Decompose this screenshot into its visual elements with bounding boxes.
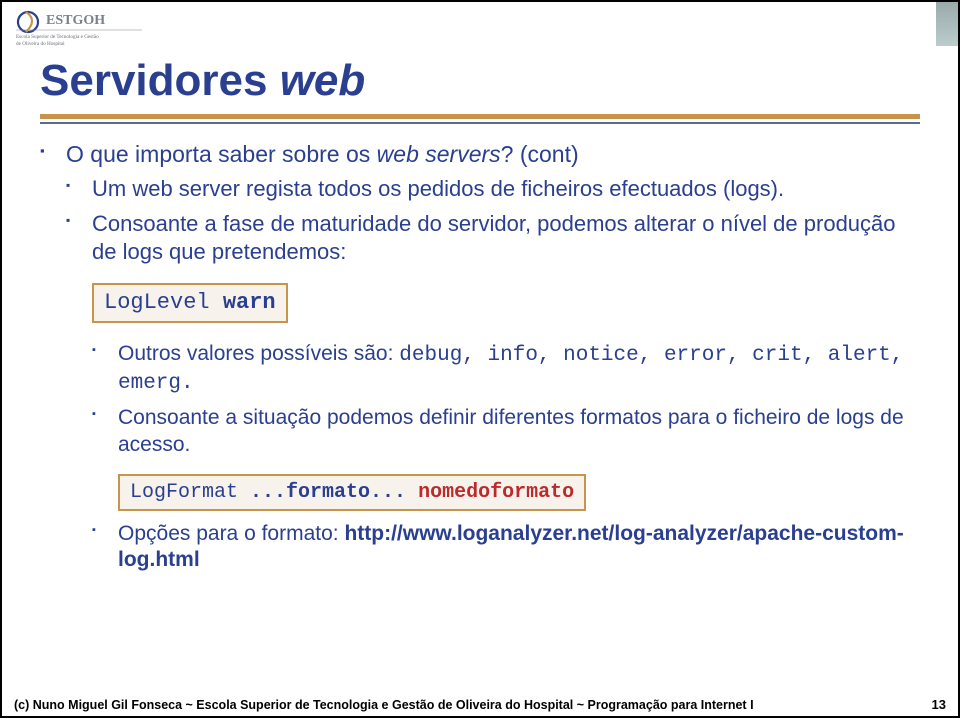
code-box-loglevel: LogLevel warn [92,283,288,323]
bullet-level3: Outros valores possíveis são: debug, inf… [40,341,920,398]
text-italic: web server [132,176,240,201]
bullet-level3: Opções para o formato: http://www.logana… [40,521,920,574]
text-italic: (logs) [723,176,778,201]
slide-footer: (c) Nuno Miguel Gil Fonseca ~ Escola Sup… [14,697,946,712]
title-underline [40,114,920,124]
title-italic: web [280,56,366,105]
estgoh-logo: ESTGOH Escola Superior de Tecnologia e G… [14,8,144,48]
title-text: Servidores [40,56,280,105]
code-box-logformat: LogFormat ...formato... nomedoformato [118,474,586,511]
text: regista todos os pedidos de ficheiros ef… [240,176,723,201]
text-italic: web servers [377,141,501,167]
bullet-level1: O que importa saber sobre os web servers… [40,140,920,169]
footer-text: (c) Nuno Miguel Gil Fonseca ~ Escola Sup… [14,698,754,712]
text: . [778,176,784,201]
code-red: nomedoformato [406,481,574,504]
svg-text:ESTGOH: ESTGOH [46,13,105,28]
text: O que importa saber sobre os [66,141,377,167]
header-decoration [936,2,958,46]
slide-content: O que importa saber sobre os web servers… [40,140,920,581]
code-text: LogLevel [104,290,223,315]
code-bold: ...formato... [250,481,406,504]
bullet-level3: Consoante a situação podemos definir dif… [40,405,920,458]
logo-block: ESTGOH Escola Superior de Tecnologia e G… [14,8,144,48]
text: Consoante a fase de maturidade do servid… [92,211,896,264]
bullet-level2: Um web server regista todos os pedidos d… [40,175,920,203]
text-italic: logs [836,406,875,429]
svg-text:Escola Superior de Tecnologia: Escola Superior de Tecnologia e Gestão [16,34,99,40]
text: Um [92,176,132,201]
text: ? (cont) [501,141,579,167]
text: Consoante a situação podemos definir dif… [118,406,836,429]
page-number: 13 [932,697,946,712]
code-text: LogFormat [130,481,250,504]
svg-text:de Oliveira do Hospital: de Oliveira do Hospital [16,41,65,47]
code-keyword: warn [223,290,276,315]
text: Opções para o formato: [118,522,344,545]
bullet-level2: Consoante a fase de maturidade do servid… [40,210,920,265]
slide-title: Servidores web [40,56,365,106]
text: Outros valores possíveis são: [118,342,399,365]
